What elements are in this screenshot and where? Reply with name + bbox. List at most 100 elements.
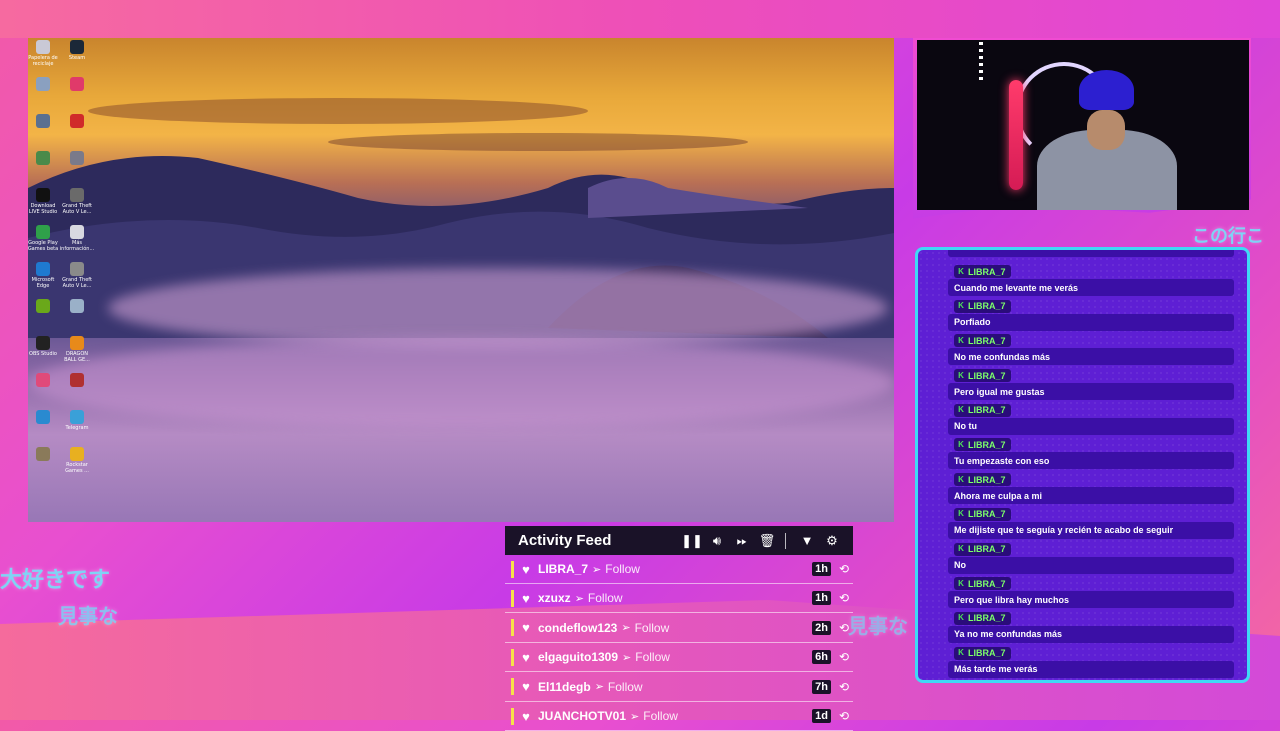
replay-icon[interactable]: ⟲ (839, 562, 849, 576)
desktop-shortcut[interactable]: Rockstar Games ... (60, 447, 94, 474)
chat-username[interactable]: K LIBRA_7 (954, 577, 1011, 591)
skip-icon[interactable]: ⏩︎ (731, 531, 753, 551)
chat-message: K LIBRA_7 Cuando me levante me verás (948, 263, 1234, 298)
chat-username[interactable]: K LIBRA_7 (954, 299, 1011, 313)
activity-feed-row[interactable]: ♥ xzuxz ➢ Follow 1h ⟲ (505, 584, 853, 614)
chat-username-text: LIBRA_7 (968, 439, 1006, 450)
desktop-shortcut[interactable] (60, 77, 94, 92)
chat-username[interactable]: K LIBRA_7 (954, 646, 1011, 660)
arrow-icon: ➢ (621, 622, 631, 635)
chat-username[interactable]: K LIBRA_7 (954, 611, 1011, 625)
play-games-icon (36, 225, 50, 239)
desktop-shortcut-label: OBS Studio (29, 351, 57, 357)
desktop-shortcut[interactable]: OBS Studio (28, 336, 60, 357)
chat-username[interactable]: K LIBRA_7 (954, 369, 1011, 383)
heart-icon: ♥ (522, 590, 530, 606)
desktop-shortcut[interactable]: DRAGON BALL GE... (60, 336, 94, 363)
chat-username[interactable]: K LIBRA_7 (954, 542, 1011, 556)
desktop-shortcut[interactable]: Telegram (60, 410, 94, 431)
chat-message-text: Me dijiste que te seguía y recién te aca… (948, 521, 1234, 539)
arrow-icon: ➢ (630, 710, 640, 723)
gta-icon (70, 262, 84, 276)
desktop-shortcut[interactable] (60, 299, 94, 314)
event-color-bar (511, 678, 514, 696)
desktop-shortcut[interactable] (60, 151, 94, 166)
event-age: 1h (812, 591, 831, 606)
chat-username[interactable]: K LIBRA_7 (954, 507, 1011, 521)
desktop-shortcut[interactable] (28, 447, 60, 462)
chat-message-list[interactable]: K LIBRA_7 Cuando me levante me verás K LIBRA… (948, 250, 1234, 679)
chat-username-text: LIBRA_7 (968, 648, 1006, 659)
edge-icon (36, 410, 50, 424)
trash-icon[interactable]: 🗑︎ (756, 531, 778, 551)
desktop-shortcut[interactable] (28, 410, 60, 425)
background-band-top (0, 0, 1280, 38)
activity-feed-row[interactable]: ♥ elgaguito1309 ➢ Follow 6h ⟲ (505, 643, 853, 673)
event-age: 7h (812, 679, 831, 694)
follower-name: elgaguito1309 (538, 650, 619, 665)
desktop-shortcut[interactable] (60, 373, 94, 388)
follower-name: JUANCHOTV01 (538, 709, 627, 723)
heart-icon: ♥ (522, 620, 530, 636)
desktop-shortcut[interactable]: Papelera de reciclaje (28, 40, 60, 67)
edge-icon (36, 262, 50, 276)
gear-icon[interactable]: ⚙︎ (821, 531, 843, 551)
desktop-shortcut[interactable] (28, 151, 60, 166)
chat-username[interactable]: K LIBRA_7 (954, 473, 1011, 487)
replay-icon[interactable]: ⟲ (839, 621, 849, 635)
desktop-shortcut[interactable] (28, 373, 60, 388)
desktop-shortcut[interactable]: Grand Theft Auto V Le... (60, 188, 94, 215)
chat-username-text: LIBRA_7 (968, 509, 1006, 520)
activity-feed-row[interactable]: ♥ condeflow123 ➢ Follow 2h ⟲ (505, 614, 853, 643)
streamer-beanie (1079, 70, 1134, 110)
chat-username[interactable]: K LIBRA_7 (954, 403, 1011, 417)
desktop-shortcut[interactable] (28, 299, 60, 314)
kick-badge-icon: K (958, 266, 964, 276)
pause-icon[interactable]: ❚❚ (681, 531, 703, 551)
filter-icon[interactable]: ▼ (796, 531, 818, 551)
desktop-shortcut-label: Microsoft Edge (31, 277, 55, 289)
chat-message: K LIBRA_7 Tu empezaste con eso (948, 436, 1234, 471)
chat-message-text: Ahora me culpa a mi (948, 487, 1234, 505)
desktop-shortcut-label: DRAGON BALL GE... (64, 351, 90, 363)
chat-username[interactable]: K LIBRA_7 (954, 334, 1011, 348)
activity-feed-title: Activity Feed (518, 532, 612, 549)
chat-username[interactable]: K LIBRA_7 (954, 438, 1011, 452)
app-icon (70, 299, 84, 313)
background-japanese-text: 大好きです (0, 568, 111, 593)
event-age: 2h (812, 620, 831, 635)
kick-badge-icon: K (958, 474, 964, 484)
chat-username[interactable]: K LIBRA_7 (954, 265, 1011, 278)
chat-message: K LIBRA_7 Pero que libra hay muchos (948, 575, 1234, 610)
activity-feed-header: Activity Feed ❚❚ 🔊︎ ⏩︎ 🗑︎ ▼ ⚙︎ (505, 526, 853, 555)
desktop-shortcut[interactable]: Más información... (60, 225, 94, 252)
chat-message: K LIBRA_7 No tu (948, 402, 1234, 437)
activity-feed-row[interactable]: ♥ LIBRA_7 ➢ Follow 1h ⟲ (505, 555, 853, 584)
desktop-shortcut[interactable] (28, 114, 60, 129)
replay-icon[interactable]: ⟲ (839, 650, 849, 664)
desktop-shortcut[interactable]: Microsoft Edge (28, 262, 60, 289)
activity-feed-row[interactable]: ♥ JUANCHOTV01 ➢ Follow 1d ⟲ (505, 702, 853, 731)
activity-feed-row[interactable]: ♥ El11degb ➢ Follow 7h ⟲ (505, 673, 853, 702)
desktop-shortcut[interactable]: Download LIVE Studio (28, 188, 60, 215)
replay-icon[interactable]: ⟲ (839, 709, 849, 723)
event-action: Follow (587, 591, 623, 606)
rockstar-icon (70, 447, 84, 461)
chat-panel: K LIBRA_7 Cuando me levante me verás K LIBRA… (915, 247, 1250, 683)
event-color-bar (511, 560, 514, 578)
chat-message: K LIBRA_7 Me dijiste que te seguía y recié… (948, 506, 1234, 541)
desktop-shortcut[interactable]: Google Play Games beta (28, 225, 60, 252)
replay-icon[interactable]: ⟲ (839, 680, 849, 694)
chat-username-text: LIBRA_7 (968, 335, 1006, 346)
heart-icon: ♥ (522, 649, 530, 665)
volume-icon[interactable]: 🔊︎ (706, 531, 728, 551)
replay-icon[interactable]: ⟲ (839, 591, 849, 605)
desktop-shortcut[interactable] (28, 77, 60, 92)
desktop-shortcut[interactable]: Grand Theft Auto V Le... (60, 262, 94, 289)
obs-icon (36, 336, 50, 350)
telegram-icon (70, 410, 84, 424)
event-action: Follow (607, 679, 643, 694)
desktop-shortcut[interactable] (60, 114, 94, 129)
desktop-shortcut[interactable]: Steam (60, 40, 94, 61)
arrow-icon: ➢ (594, 681, 604, 694)
